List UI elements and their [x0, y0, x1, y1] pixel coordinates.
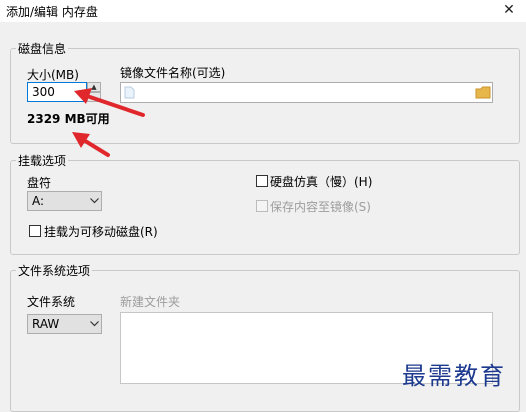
- annotation-arrows: [72, 88, 145, 157]
- arrow-annotation: [74, 88, 145, 117]
- arrow-annotation: [72, 132, 110, 157]
- watermark-text: 最需教育: [402, 362, 506, 390]
